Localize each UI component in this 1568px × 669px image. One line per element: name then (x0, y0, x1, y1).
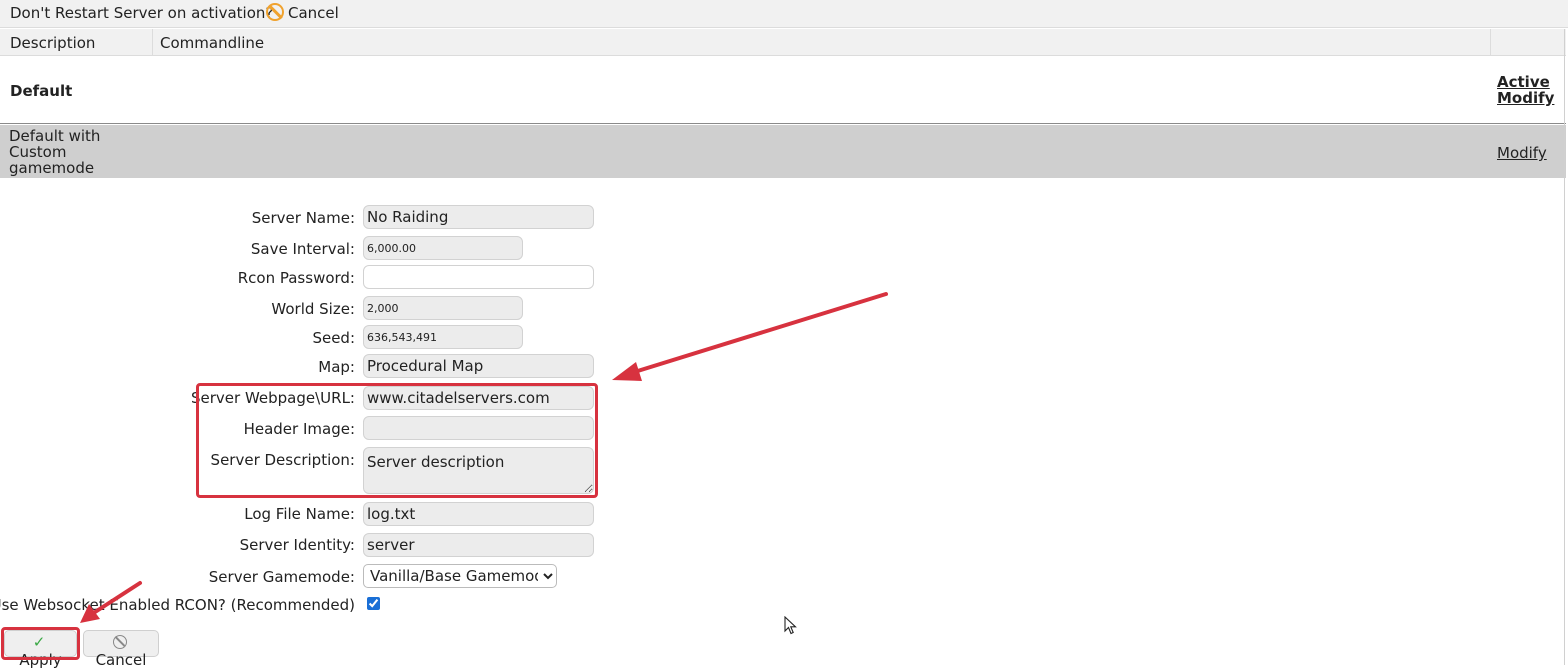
restart-warning-text: Don't Restart Server on activation? (10, 4, 274, 22)
seed-input[interactable] (363, 325, 523, 349)
server-url-label: Server Webpage\URL: (191, 389, 355, 407)
websocket-rcon-checkbox[interactable] (367, 597, 380, 610)
header-image-label: Header Image: (243, 420, 355, 438)
server-url-input[interactable] (363, 386, 594, 410)
map-label: Map: (318, 358, 355, 376)
annotation-arrow-form (612, 292, 888, 381)
apply-button-label: Apply (19, 651, 62, 669)
map-input[interactable] (363, 354, 594, 378)
column-header-description: Description (10, 34, 96, 52)
server-description-textarea[interactable]: Server description (363, 447, 594, 494)
header-image-input[interactable] (363, 416, 594, 440)
row-name-custom-gamemode: Default with Custom gamemode (9, 127, 101, 177)
cancel-restart-label: Cancel (288, 4, 339, 22)
table-row-default[interactable]: Default Active Modify (0, 56, 1566, 124)
table-header: Description Commandline (0, 29, 1566, 56)
column-divider (1490, 29, 1491, 56)
server-identity-label: Server Identity: (239, 536, 355, 554)
row-name-default: Default (10, 82, 73, 100)
server-name-label: Server Name: (251, 209, 355, 227)
restart-warning-bar: Don't Restart Server on activation? Canc… (0, 0, 1568, 28)
server-identity-input[interactable] (363, 533, 594, 557)
seed-label: Seed: (312, 329, 355, 347)
world-size-input[interactable] (363, 296, 523, 320)
gamemode-label: Server Gamemode: (208, 568, 355, 586)
cancel-icon (112, 635, 127, 649)
save-interval-input[interactable] (363, 236, 523, 260)
world-size-label: World Size: (271, 300, 355, 318)
column-divider (152, 29, 153, 56)
cancel-restart-link[interactable]: Cancel (266, 3, 339, 22)
mouse-cursor-icon (784, 616, 797, 635)
rcon-password-input[interactable] (363, 265, 594, 289)
apply-button[interactable]: ✓Apply (4, 630, 77, 669)
no-entry-icon (266, 3, 284, 21)
checkmark-icon: ✓ (32, 633, 46, 651)
save-interval-label: Save Interval: (250, 240, 355, 258)
modify-link-custom[interactable]: Modify (1497, 144, 1547, 162)
table-row-custom-gamemode[interactable]: Default with Custom gamemode Modify (0, 125, 1566, 178)
column-header-commandline: Commandline (160, 34, 265, 52)
cancel-button-label: Cancel (95, 651, 147, 669)
active-link[interactable]: Active (1497, 74, 1554, 90)
gamemode-select[interactable]: Vanilla/Base Gamemode (363, 564, 557, 588)
server-description-label: Server Description: (210, 451, 355, 469)
panel-border (1564, 29, 1565, 665)
rcon-password-label: Rcon Password: (237, 269, 355, 287)
log-file-label: Log File Name: (244, 505, 355, 523)
log-file-input[interactable] (363, 502, 594, 526)
modify-link-default[interactable]: Modify (1497, 90, 1554, 106)
row-actions: Active Modify (1497, 74, 1554, 106)
cancel-button[interactable]: Cancel (83, 630, 159, 669)
websocket-rcon-label: Use Websocket Enabled RCON? (Recommended… (0, 596, 355, 614)
server-name-input[interactable] (363, 205, 594, 229)
